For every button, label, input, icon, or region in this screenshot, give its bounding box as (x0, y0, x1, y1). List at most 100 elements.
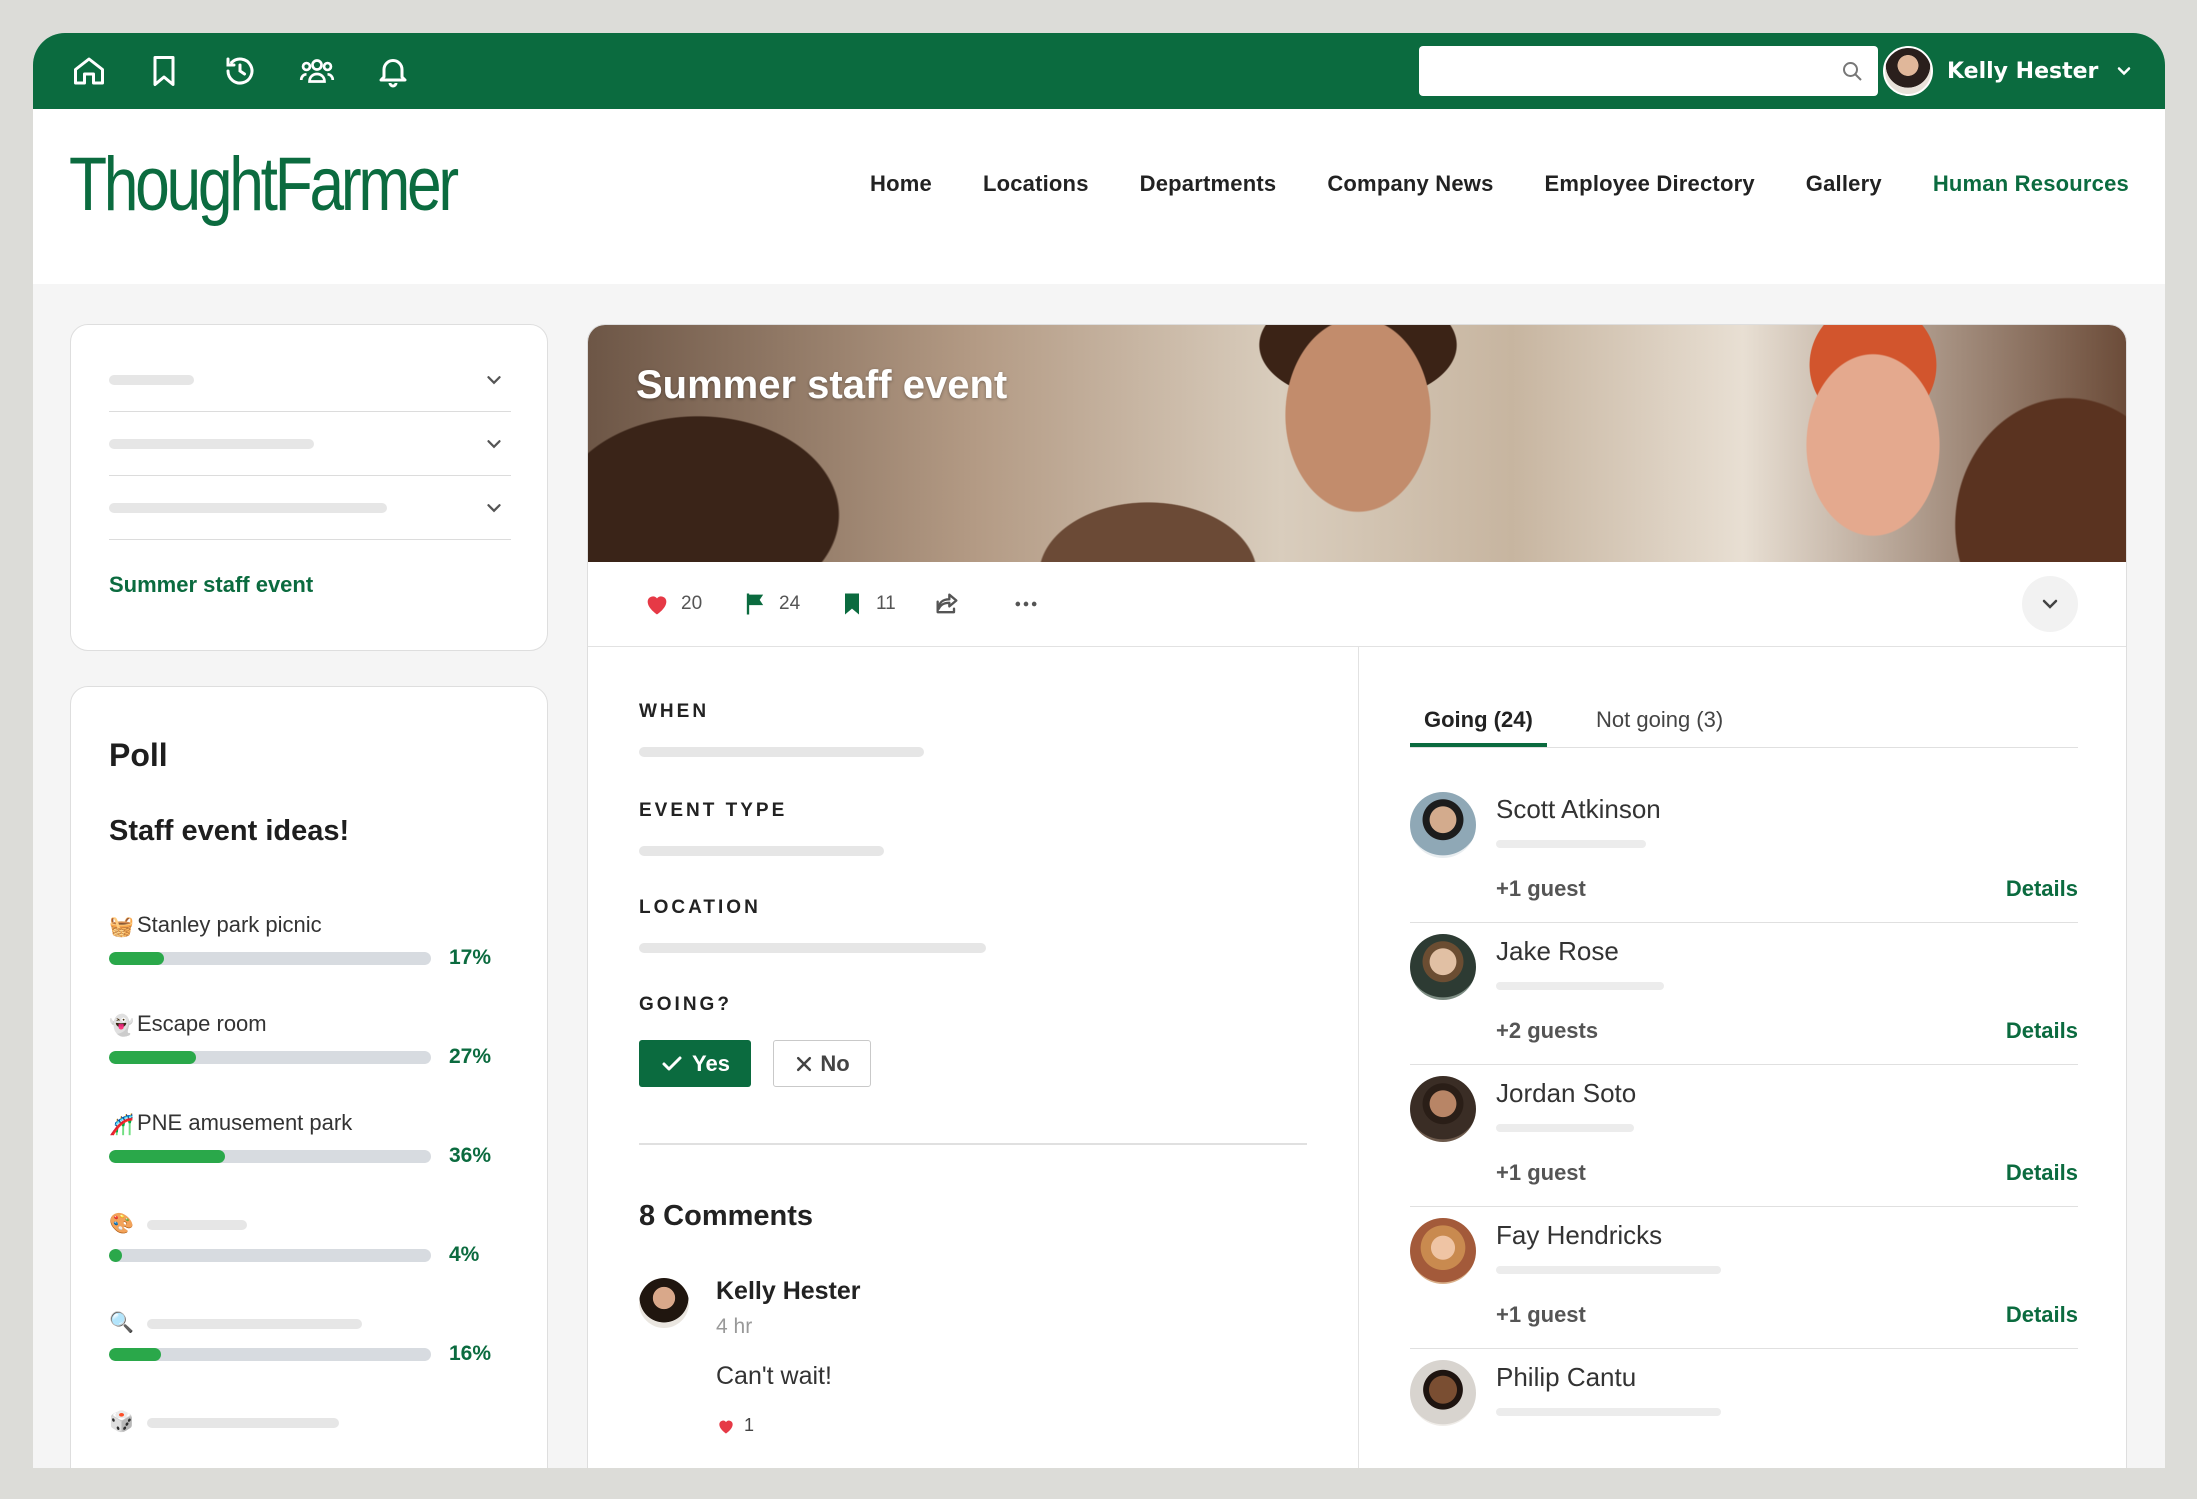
avatar (1410, 1076, 1476, 1142)
guest-count: +1 guest (1496, 876, 1586, 901)
logo[interactable]: ThoughtFarmer (69, 141, 459, 228)
guest-name[interactable]: Jordan Soto (1496, 1078, 1636, 1109)
bookmark-icon[interactable] (146, 53, 182, 89)
site-header: ThoughtFarmer Home Locations Departments… (33, 109, 2165, 284)
comment-like-count: 1 (744, 1415, 755, 1435)
flag-icon (746, 593, 764, 615)
main-nav: Home Locations Departments Company News … (870, 171, 2129, 197)
poll-option[interactable]: 🧺 Stanley park picnic 17% (109, 912, 509, 1002)
poll-option-label: Escape room (137, 1011, 267, 1036)
details-link[interactable]: Details (2006, 1160, 2078, 1186)
text-placeholder (1496, 1408, 1721, 1416)
poll-bar-fill (109, 1051, 196, 1064)
bookmark-icon (845, 593, 859, 615)
nav-home[interactable]: Home (870, 171, 932, 197)
event-type-label: EVENT TYPE (639, 800, 788, 821)
attendance-panel: Going (24) Not going (3) Scott Atkinson … (1360, 647, 2126, 1468)
dice-icon: 🎲 (109, 1409, 134, 1433)
like-button[interactable]: 20 (643, 589, 702, 619)
bell-icon[interactable] (375, 53, 411, 89)
home-icon[interactable] (71, 53, 107, 89)
sidebar-accordion-3[interactable] (109, 475, 511, 540)
nav-locations[interactable]: Locations (983, 171, 1089, 197)
guest-name[interactable]: Scott Atkinson (1496, 794, 1661, 825)
comments-title: 8 Comments (639, 1200, 814, 1232)
poll-option-label: PNE amusement park (137, 1110, 353, 1135)
sidebar-accordion-1[interactable] (109, 347, 511, 412)
poll-option[interactable]: 🎢 PNE amusement park 36% (109, 1110, 509, 1200)
divider (639, 1143, 1307, 1145)
nav-human-resources[interactable]: Human Resources (1933, 171, 2129, 197)
top-bar: Kelly Hester (33, 33, 2165, 109)
event-title: Summer staff event (636, 363, 1008, 407)
poll-bar (109, 1249, 431, 1262)
comment-text: Can't wait! (716, 1362, 832, 1390)
event-type-placeholder (639, 846, 884, 856)
follow-button[interactable]: 24 (741, 589, 800, 619)
guest-name[interactable]: Fay Hendricks (1496, 1220, 1662, 1251)
sidebar-item-summer-staff-event[interactable]: Summer staff event (109, 572, 313, 598)
rsvp-yes-button[interactable]: Yes (639, 1040, 751, 1087)
guest-count: +2 guests (1496, 1018, 1599, 1043)
bookmark-button[interactable]: 11 (838, 589, 896, 619)
poll-option-label: Stanley park picnic (137, 912, 322, 937)
chevron-down-icon (487, 376, 501, 385)
share-button[interactable] (933, 589, 961, 619)
list-item: Philip Cantu (1410, 1348, 2078, 1468)
nav-departments[interactable]: Departments (1140, 171, 1277, 197)
details-link[interactable]: Details (2006, 1018, 2078, 1044)
more-options-button[interactable] (1012, 589, 1040, 619)
details-link[interactable]: Details (2006, 876, 2078, 902)
poll-option[interactable]: 👻 Escape room 27% (109, 1011, 509, 1101)
event-details: WHEN EVENT TYPE LOCATION GOING? Yes No 8… (588, 647, 1359, 1468)
rsvp-no-button[interactable]: No (773, 1040, 871, 1087)
nav-employee-directory[interactable]: Employee Directory (1545, 171, 1755, 197)
poll-percent: 4% (449, 1243, 480, 1266)
nav-gallery[interactable]: Gallery (1806, 171, 1882, 197)
people-icon[interactable] (299, 53, 335, 89)
chevron-down-icon (2118, 67, 2131, 76)
going-label: GOING? (639, 994, 732, 1015)
sidebar-nav-card: Summer staff event (70, 324, 548, 651)
search-input[interactable] (1419, 46, 1851, 96)
guest-name[interactable]: Jake Rose (1496, 936, 1619, 967)
search-icon[interactable] (1840, 59, 1864, 83)
location-placeholder (639, 943, 986, 953)
collapse-button[interactable] (2022, 576, 2078, 632)
avatar (639, 1278, 689, 1328)
when-value-placeholder (639, 747, 924, 757)
poll-option[interactable]: 🎲 (109, 1407, 509, 1468)
chevron-down-icon (487, 440, 501, 449)
poll-option[interactable]: 🎨 4% (109, 1209, 509, 1299)
comment-like-button[interactable]: 1 (716, 1415, 754, 1436)
app-screen: Kelly Hester ThoughtFarmer Home Location… (33, 33, 2165, 1468)
poll-card: Poll Staff event ideas! 🧺 Stanley park p… (70, 686, 548, 1468)
list-item: Fay Hendricks +1 guest Details (1410, 1206, 2078, 1349)
share-icon (936, 593, 958, 614)
tab-not-going[interactable]: Not going (3) (1582, 697, 1737, 747)
history-icon[interactable] (222, 53, 258, 89)
poll-option[interactable]: 🔍 16% (109, 1308, 509, 1398)
flag-count: 24 (779, 593, 801, 614)
nav-company-news[interactable]: Company News (1327, 171, 1493, 197)
poll-bar (109, 952, 431, 965)
ghost-icon: 👻 (109, 1013, 134, 1037)
avatar (1410, 934, 1476, 1000)
event-hero-image: Summer staff event (588, 325, 2126, 562)
text-placeholder (109, 375, 194, 385)
poll-percent: 16% (449, 1342, 492, 1365)
close-icon (797, 1056, 812, 1071)
tab-going[interactable]: Going (24) (1410, 697, 1547, 747)
sidebar-accordion-2[interactable] (109, 411, 511, 476)
guest-name[interactable]: Philip Cantu (1496, 1362, 1636, 1393)
poll-percent: 27% (449, 1045, 492, 1068)
text-placeholder (1496, 1124, 1634, 1132)
text-placeholder (147, 1319, 362, 1329)
poll-bar (109, 1051, 431, 1064)
comment-author[interactable]: Kelly Hester (716, 1277, 861, 1306)
user-name: Kelly Hester (1947, 58, 2099, 84)
guest-count: +1 guest (1496, 1302, 1586, 1327)
details-link[interactable]: Details (2006, 1302, 2078, 1328)
user-menu[interactable]: Kelly Hester (1883, 43, 2134, 99)
avatar (1410, 1218, 1476, 1284)
